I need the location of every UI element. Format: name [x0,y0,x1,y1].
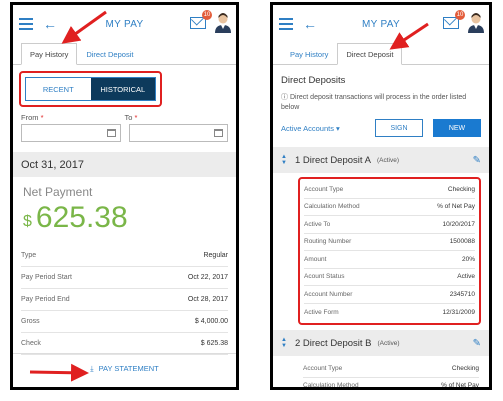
info-icon: ⓘ [281,94,288,101]
deposit-a-details: Account Type Checking Calculation Method%… [298,177,481,325]
tab-bar: Pay History Direct Deposit [273,43,489,65]
calendar-icon[interactable] [214,129,223,137]
list-item: Gross $ 4,000.00 [21,311,228,333]
tab-direct-deposit[interactable]: Direct Deposit [77,43,142,64]
status-badge: (Active) [377,339,400,347]
range-toggle: RECENT HISTORICAL [25,77,156,101]
avatar[interactable] [214,13,232,33]
list-item: Account Type Checking [304,181,475,199]
tab-pay-history[interactable]: Pay History [281,43,337,64]
sign-button[interactable]: SIGN [375,119,423,137]
status-badge: (Active) [377,156,400,164]
deposit-name: 1 Direct Deposit A [294,154,371,166]
tab-direct-deposit[interactable]: Direct Deposit [337,43,403,65]
list-item: Acount Status Active [304,269,475,286]
pay-history-screen: ← MY PAY 10 Pay History Direct Deposit R… [10,2,239,390]
to-label: To * [124,113,138,122]
highlight-box: RECENT HISTORICAL [19,71,162,107]
tab-pay-history[interactable]: Pay History [21,43,78,65]
deposit-b-details: Account Type Checking Calculation Method%… [273,356,489,387]
period-header: Oct 31, 2017 [13,152,236,177]
currency-symbol: $ [23,213,32,230]
calendar-icon[interactable] [106,129,116,137]
list-item: Active To 10/20/2017 [304,216,475,234]
list-item: Amount 20% [304,251,475,269]
list-item: Type Regular [21,245,228,267]
notification-badge: 10 [455,10,465,20]
reorder-icon[interactable]: ▲ ▼ [281,154,287,166]
to-date-input[interactable] [128,124,228,142]
app-header: ← MY PAY 10 [13,5,236,43]
section-title: Direct Deposits [281,75,346,86]
list-item: Routing Number 1500088 [304,234,475,251]
deposit-b-header: ▲ ▼ 2 Direct Deposit B (Active) ✎ [273,330,489,356]
pay-statement-button[interactable]: ⤓ PAY STATEMENT [13,353,236,381]
list-item: Pay Period Start Oct 22, 2017 [21,267,228,289]
list-item: Pay Period End Oct 28, 2017 [21,289,228,311]
notification-badge: 10 [202,10,212,20]
list-item: Active Form 12/31/2009 [304,308,475,316]
tab-bar: Pay History Direct Deposit [13,43,236,65]
reorder-icon[interactable]: ▲ ▼ [281,337,287,349]
from-label: From * [21,113,44,122]
list-item: Calculation Method% of Net Pay [304,199,475,216]
download-icon: ⤓ [90,364,94,373]
info-text: ⓘ Direct deposit transactions will proce… [281,94,467,111]
net-amount-value: 625.38 [35,201,128,234]
app-header: ← MY PAY 10 [273,5,489,43]
new-button[interactable]: NEW [433,119,481,137]
recent-button[interactable]: RECENT [26,78,91,100]
list-item: Account Number 2345710 [304,286,475,304]
historical-button[interactable]: HISTORICAL [90,78,155,100]
edit-pencil-icon[interactable]: ✎ [473,155,481,166]
list-item: Check $ 625.38 [21,333,228,355]
direct-deposit-screen: ← MY PAY 10 Pay History Direct Deposit D… [270,2,492,390]
from-date-input[interactable] [21,124,121,142]
net-payment-label: Net Payment [23,185,93,199]
edit-pencil-icon[interactable]: ✎ [473,338,481,349]
caret-down-icon: ▾ [336,123,340,133]
list-item: Calculation Method% of Net Pay [303,378,479,387]
active-accounts-dropdown[interactable]: Active Accounts ▾ [281,124,375,133]
deposit-name: 2 Direct Deposit B [294,337,372,349]
net-payment-amount: $ 625.38 [13,201,236,235]
deposit-a-header: ▲ ▼ 1 Direct Deposit A (Active) ✎ [273,147,489,173]
pay-details: Type Regular Pay Period Start Oct 22, 2017… [13,245,236,355]
avatar[interactable] [467,13,485,33]
list-item: Account Type Checking [303,360,479,378]
